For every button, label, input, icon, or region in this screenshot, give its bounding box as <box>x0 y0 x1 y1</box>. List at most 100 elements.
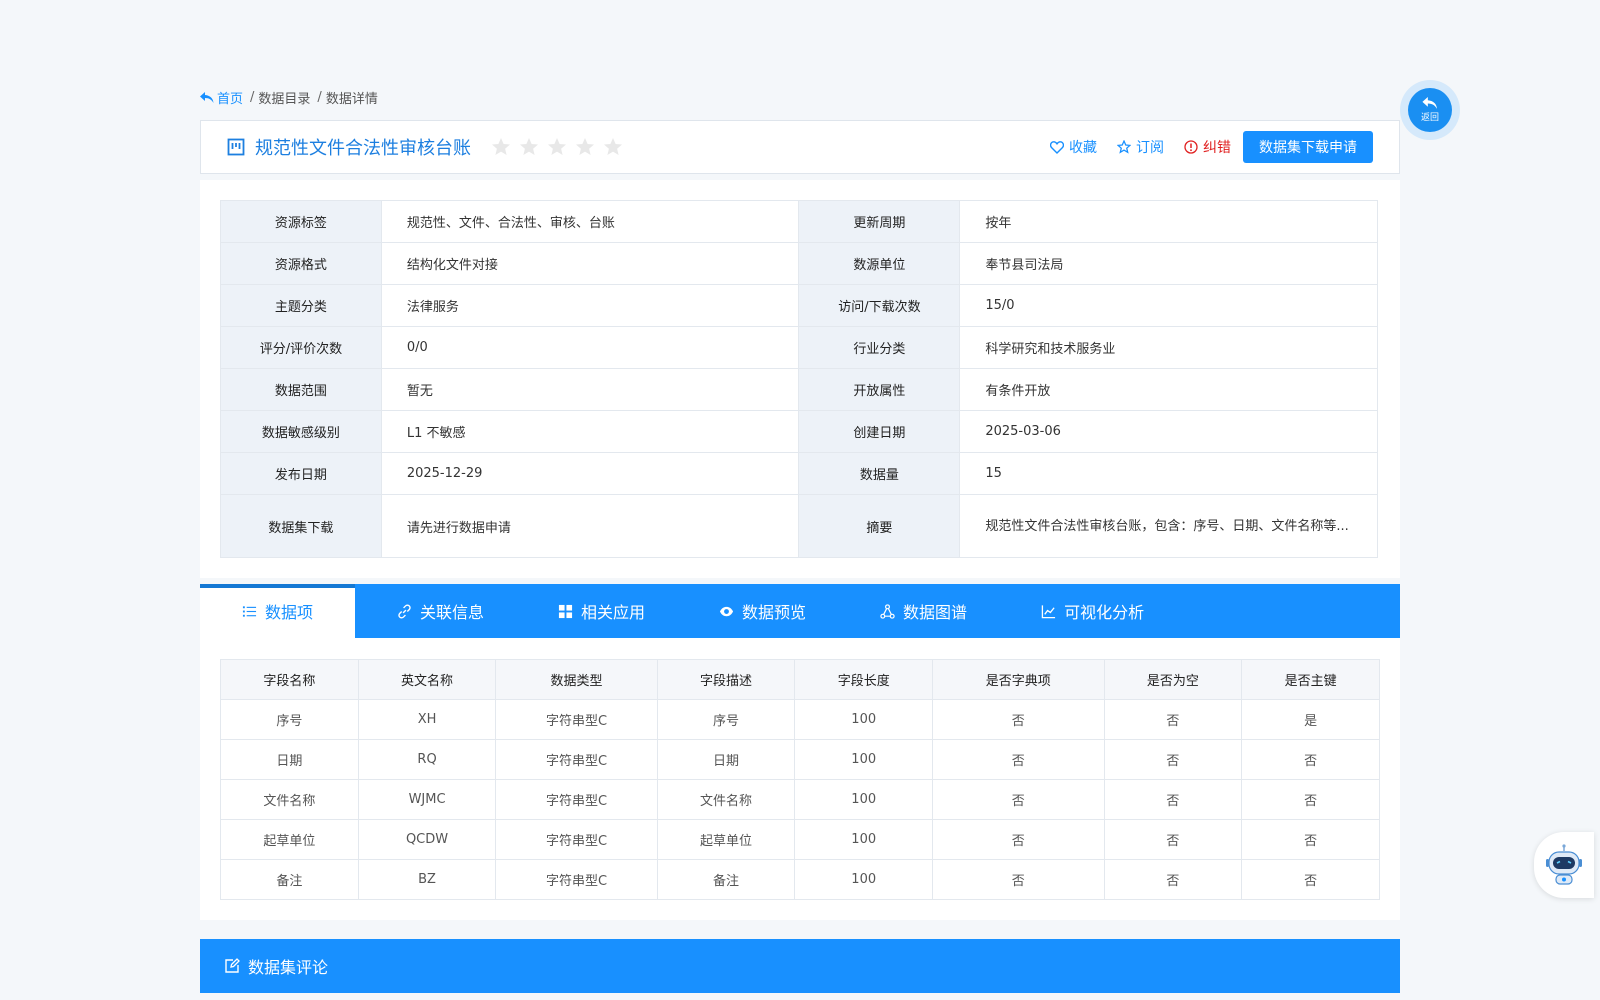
comment-title: 数据集评论 <box>248 958 329 977</box>
heart-icon <box>1050 140 1064 154</box>
tab-data-preview[interactable]: 数据预览 <box>677 584 838 638</box>
subscribe-button[interactable]: 订阅 <box>1117 137 1164 157</box>
table-cell: RQ <box>357 739 497 780</box>
report-error-button[interactable]: 纠错 <box>1184 137 1231 157</box>
info-label: 行业分类 <box>798 326 961 369</box>
star-icon[interactable] <box>519 137 539 157</box>
info-label: 更新周期 <box>798 200 961 243</box>
table-cell: 字符串型C <box>495 739 658 780</box>
table-cell: 否 <box>1103 779 1243 820</box>
info-label: 资源标签 <box>220 200 382 243</box>
info-label: 开放属性 <box>798 368 961 411</box>
info-row: 数据集下载 请先进行数据申请 摘要 规范性文件合法性审核台账，包含：序号、日期、文件名… <box>220 494 1378 558</box>
table-cell: 字符串型C <box>495 859 658 900</box>
table-cell: 序号 <box>220 699 359 740</box>
dataset-actions: 收藏 订阅 纠错 数据集下载申请 <box>1030 131 1373 163</box>
table-cell: 否 <box>1241 859 1380 900</box>
breadcrumb-item-catalog[interactable]: 数据目录 <box>258 88 310 107</box>
info-value: 法律服务 <box>380 284 800 327</box>
table-cell: 100 <box>794 739 934 780</box>
star-icon[interactable] <box>603 137 623 157</box>
info-label: 创建日期 <box>798 410 961 453</box>
table-cell: 起草单位 <box>220 819 359 860</box>
table-cell: 文件名称 <box>220 779 359 820</box>
info-value: 规范性、文件、合法性、审核、台账 <box>380 200 800 243</box>
table-cell: 是 <box>1241 699 1380 740</box>
column-header: 数据类型 <box>495 659 658 700</box>
table-cell: 字符串型C <box>495 699 658 740</box>
info-row: 数据敏感级别 L1 不敏感 创建日期 2025-03-06 <box>220 410 1378 453</box>
dataset-info-panel: 资源标签 规范性、文件、合法性、审核、台账 更新周期 按年 资源格式 结构化文件对接 数源单… <box>200 180 1400 578</box>
table-cell: 否 <box>1103 699 1243 740</box>
column-header: 字段长度 <box>794 659 934 700</box>
info-row: 资源格式 结构化文件对接 数源单位 奉节县司法局 <box>220 242 1378 285</box>
table-cell: 否 <box>932 699 1105 740</box>
tab-data-items[interactable]: 数据项 <box>200 584 355 638</box>
info-label: 访问/下载次数 <box>798 284 961 327</box>
star-icon[interactable] <box>575 137 595 157</box>
info-row: 发布日期 2025-12-29 数据量 15 <box>220 452 1378 495</box>
info-value: 奉节县司法局 <box>959 242 1378 285</box>
breadcrumb: 首页 / 数据目录 / 数据详情 <box>200 88 378 107</box>
tab-related-apps[interactable]: 相关应用 <box>516 584 677 638</box>
list-icon <box>242 605 257 617</box>
detail-tabs: 数据项 关联信息 相关应用 数据预览 数据图谱 可视化分析 <box>200 584 1400 638</box>
table-cell: 否 <box>1103 859 1243 900</box>
table-cell: 文件名称 <box>656 779 796 820</box>
table-cell: 100 <box>794 819 934 860</box>
info-value: 0/0 <box>380 326 800 369</box>
alert-icon <box>1184 140 1198 154</box>
table-cell: 否 <box>1103 819 1243 860</box>
column-header: 是否字典项 <box>932 659 1105 700</box>
info-label: 摘要 <box>798 494 961 558</box>
comment-section-header: 数据集评论 <box>200 939 1400 993</box>
table-cell: 否 <box>932 819 1105 860</box>
table-row: 文件名称 WJMC 字符串型C 文件名称 100 否否否 <box>220 779 1380 820</box>
table-row: 序号 XH 字符串型C 序号 100 否否是 <box>220 699 1380 740</box>
info-row: 评分/评价次数 0/0 行业分类 科学研究和技术服务业 <box>220 326 1378 369</box>
table-row: 日期 RQ 字符串型C 日期 100 否否否 <box>220 739 1380 780</box>
star-icon[interactable] <box>491 137 511 157</box>
table-cell: WJMC <box>357 779 497 820</box>
tab-related-info[interactable]: 关联信息 <box>355 584 516 638</box>
table-cell: 否 <box>1241 779 1380 820</box>
table-cell: 100 <box>794 859 934 900</box>
table-cell: XH <box>357 699 497 740</box>
favorite-button[interactable]: 收藏 <box>1050 137 1097 157</box>
line-chart-icon <box>1041 604 1056 618</box>
table-cell: 否 <box>1241 819 1380 860</box>
apply-download-button[interactable]: 数据集下载申请 <box>1243 131 1373 163</box>
table-row: 备注 BZ 字符串型C 备注 100 否否否 <box>220 859 1380 900</box>
table-cell: 否 <box>1103 739 1243 780</box>
edit-icon <box>225 958 240 973</box>
link-icon <box>398 603 411 619</box>
info-label: 发布日期 <box>220 452 382 495</box>
breadcrumb-home-label: 首页 <box>217 92 244 107</box>
table-cell: BZ <box>357 859 497 900</box>
table-cell: 否 <box>932 739 1105 780</box>
back-label: 返回 <box>1420 113 1439 123</box>
ai-assistant-button[interactable] <box>1534 832 1594 898</box>
breadcrumb-item-detail: 数据详情 <box>325 92 378 107</box>
info-value: 科学研究和技术服务业 <box>959 326 1378 369</box>
info-label: 数据集下载 <box>220 494 382 558</box>
star-icon[interactable] <box>547 137 567 157</box>
table-cell: 字符串型C <box>495 779 658 820</box>
data-items-panel: 字段名称 英文名称 数据类型 字段描述 字段长度 是否字典项 是否为空 是否主键 序号 XH 字符… <box>200 638 1400 920</box>
table-cell: 100 <box>794 699 934 740</box>
tab-data-graph[interactable]: 数据图谱 <box>838 584 999 638</box>
info-value: 结构化文件对接 <box>380 242 800 285</box>
info-row: 数据范围 暂无 开放属性 有条件开放 <box>220 368 1378 411</box>
graph-icon <box>880 603 895 619</box>
info-label: 数据敏感级别 <box>220 410 382 453</box>
grid-icon <box>558 604 573 618</box>
tab-visual-analysis[interactable]: 可视化分析 <box>999 584 1176 638</box>
info-row: 资源标签 规范性、文件、合法性、审核、台账 更新周期 按年 <box>220 200 1378 243</box>
rating-stars[interactable] <box>491 137 623 157</box>
back-button[interactable]: 返回 <box>1400 80 1460 140</box>
info-value: 有条件开放 <box>959 368 1378 411</box>
breadcrumb-home[interactable]: 首页 <box>200 88 243 107</box>
table-cell: 100 <box>794 779 934 820</box>
info-value: 2025-12-29 <box>380 452 800 495</box>
table-header-row: 字段名称 英文名称 数据类型 字段描述 字段长度 是否字典项 是否为空 是否主键 <box>220 659 1380 700</box>
